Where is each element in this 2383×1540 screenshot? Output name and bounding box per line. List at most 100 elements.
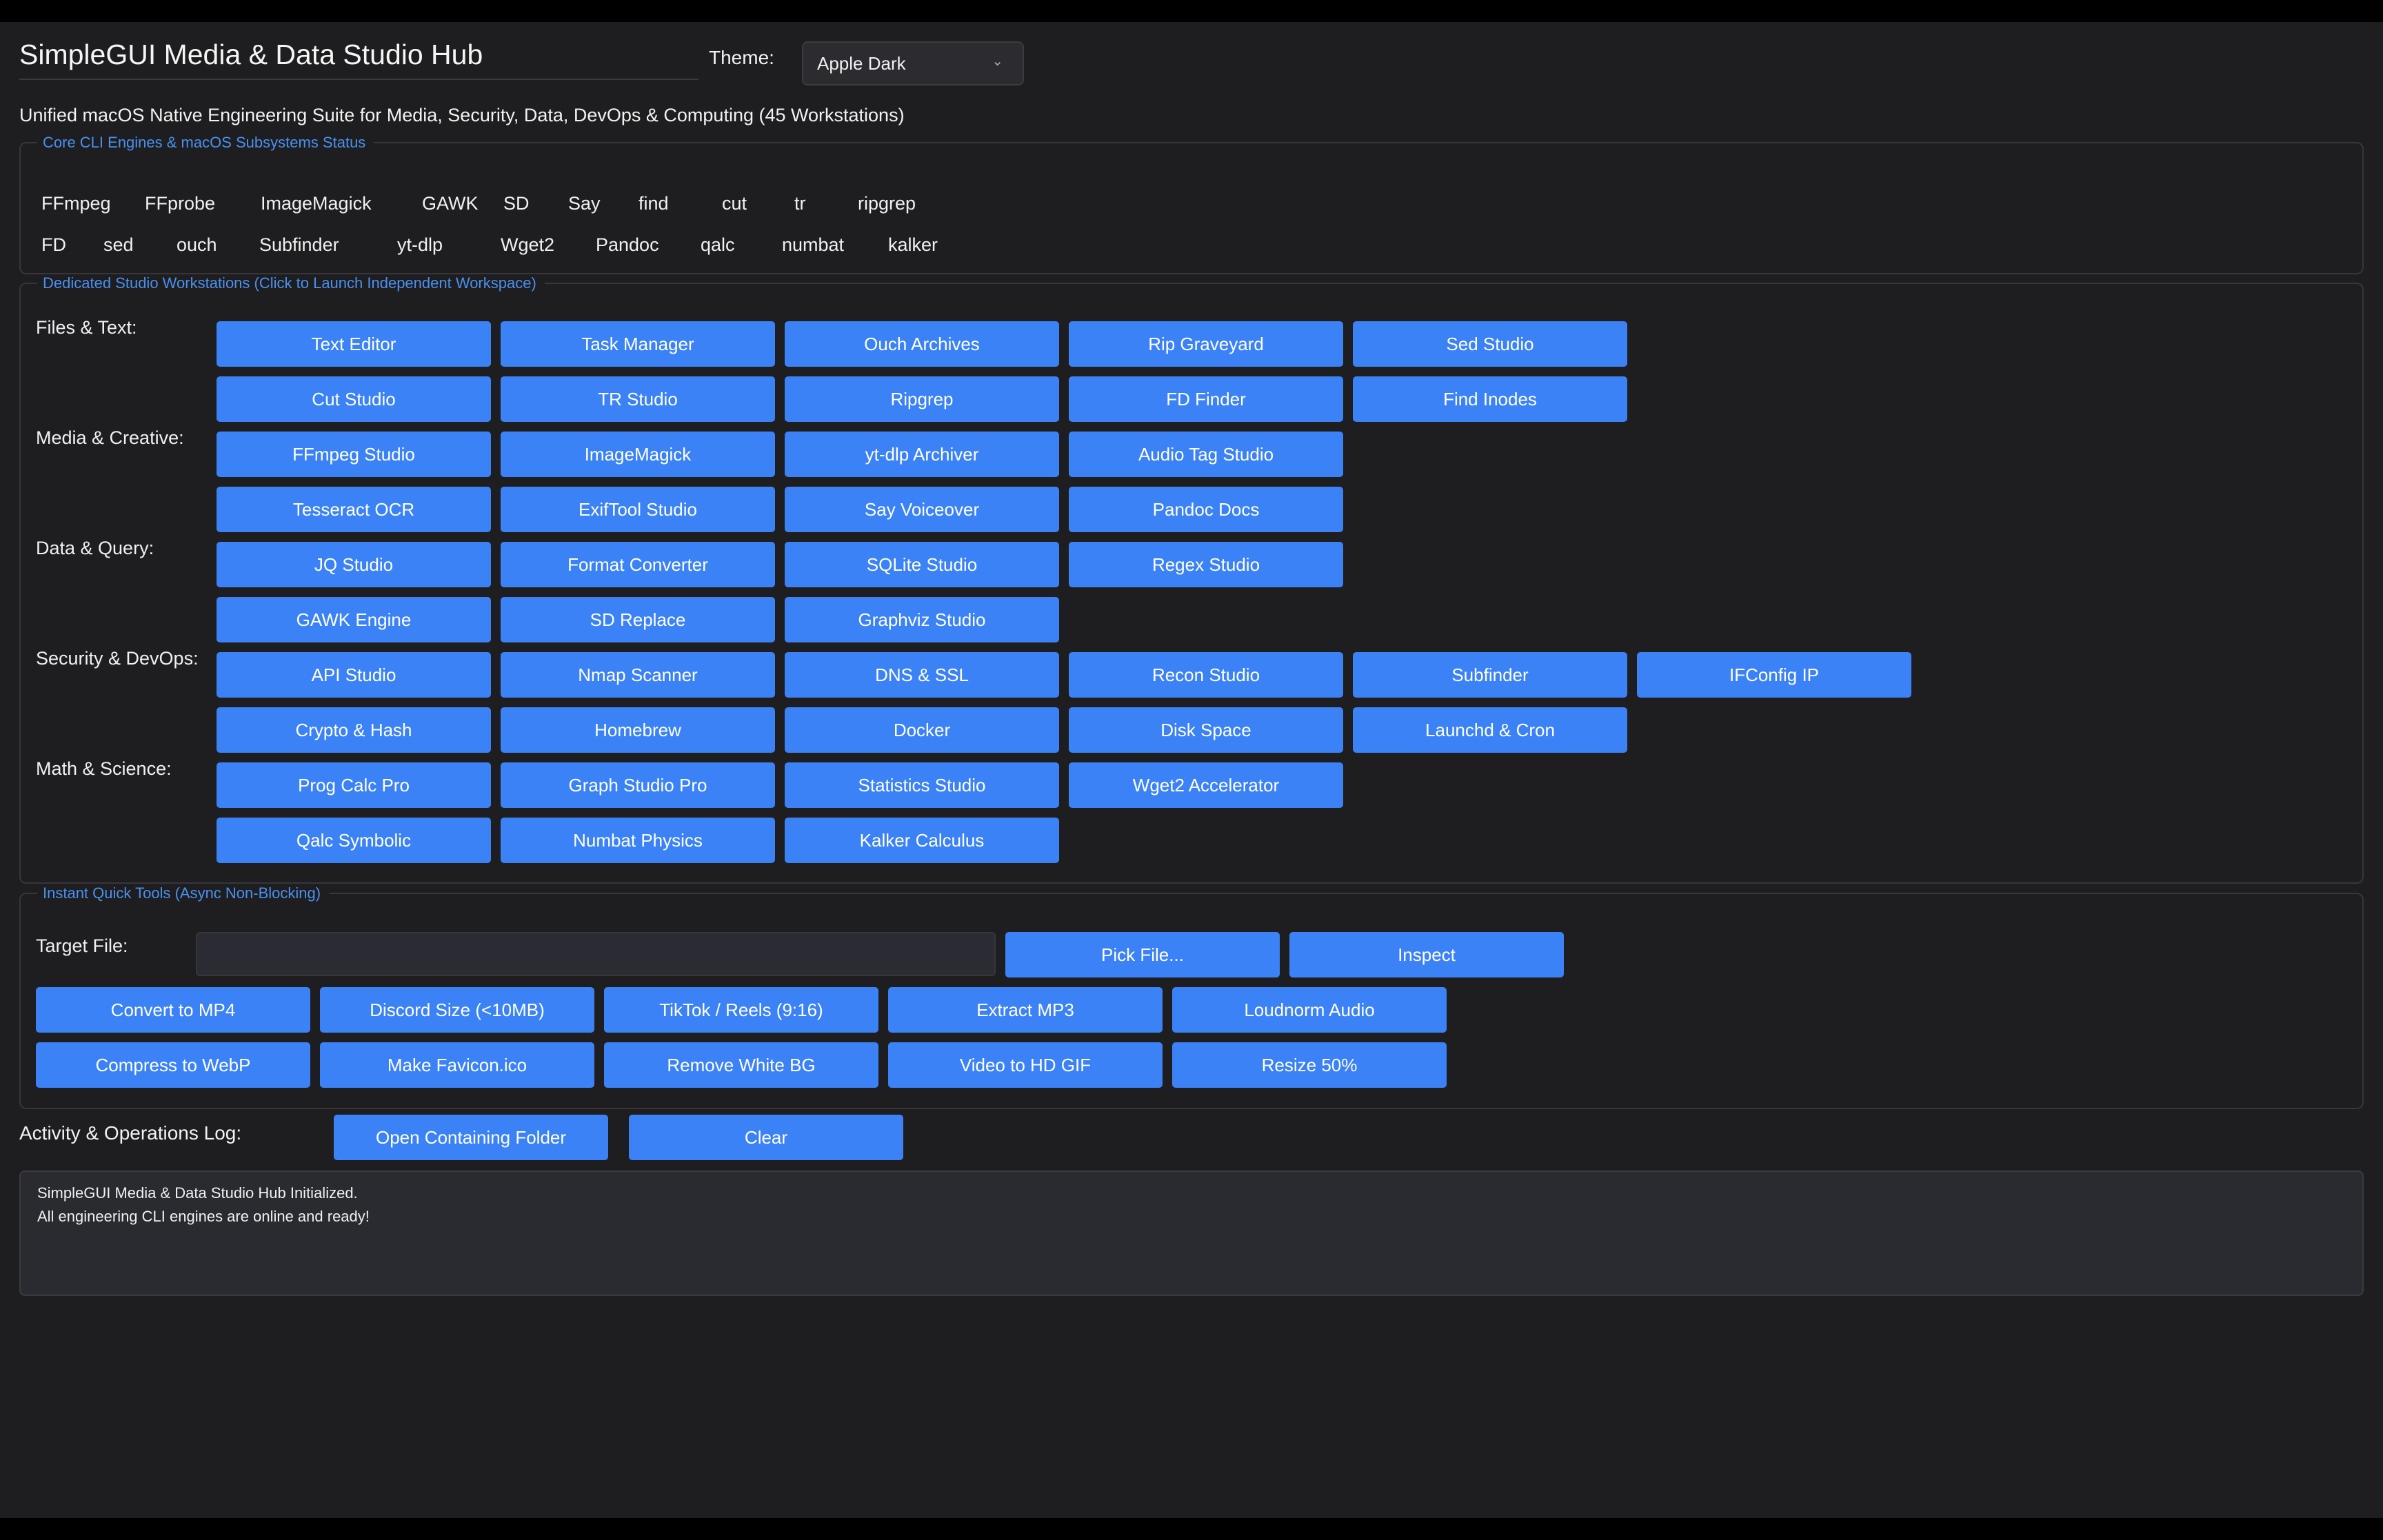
studio-button-statistics-studio[interactable]: Statistics Studio — [785, 762, 1059, 808]
log-line: SimpleGUI Media & Data Studio Hub Initia… — [37, 1184, 358, 1202]
studio-button-tesseract-ocr[interactable]: Tesseract OCR — [217, 487, 491, 532]
studio-button-dns-ssl[interactable]: DNS & SSL — [785, 652, 1059, 698]
quick-tool-compress-to-webp[interactable]: Compress to WebP — [36, 1042, 310, 1088]
quick-tool-resize-50[interactable]: Resize 50% — [1172, 1042, 1447, 1088]
studio-button-qalc-symbolic[interactable]: Qalc Symbolic — [217, 818, 491, 863]
engines-panel-legend: Core CLI Engines & macOS Subsystems Stat… — [37, 134, 374, 152]
studio-button-prog-calc-pro[interactable]: Prog Calc Pro — [217, 762, 491, 808]
category-label-media-creative: Media & Creative: — [36, 427, 184, 448]
studio-button-exiftool-studio[interactable]: ExifTool Studio — [501, 487, 775, 532]
studio-button-kalker-calculus[interactable]: Kalker Calculus — [785, 818, 1059, 863]
engine-status-qalc: qalc — [701, 234, 735, 255]
studio-button-task-manager[interactable]: Task Manager — [501, 321, 775, 367]
app-title: SimpleGUI Media & Data Studio Hub — [19, 39, 483, 70]
studio-button-recon-studio[interactable]: Recon Studio — [1069, 652, 1343, 698]
studio-button-find-inodes[interactable]: Find Inodes — [1353, 376, 1627, 422]
studio-button-subfinder[interactable]: Subfinder — [1353, 652, 1627, 698]
quick-tool-video-to-hd-gif[interactable]: Video to HD GIF — [888, 1042, 1163, 1088]
studio-button-graphviz-studio[interactable]: Graphviz Studio — [785, 597, 1059, 642]
studio-button-rip-graveyard[interactable]: Rip Graveyard — [1069, 321, 1343, 367]
category-label-math-science: Math & Science: — [36, 758, 172, 779]
engine-status-ouch: ouch — [177, 234, 217, 255]
engine-status-cut: cut — [722, 193, 747, 214]
engine-status-numbat: numbat — [782, 234, 845, 255]
studio-button-homebrew[interactable]: Homebrew — [501, 707, 775, 753]
engine-status-gawk: GAWK — [422, 193, 479, 214]
quick-tool-extract-mp3[interactable]: Extract MP3 — [888, 987, 1163, 1033]
engine-status-imagemagick: ImageMagick — [261, 193, 372, 214]
studio-button-pandoc-docs[interactable]: Pandoc Docs — [1069, 487, 1343, 532]
studio-button-sed-studio[interactable]: Sed Studio — [1353, 321, 1627, 367]
engines-panel: Core CLI Engines & macOS Subsystems Stat… — [19, 134, 2364, 274]
studio-button-tr-studio[interactable]: TR Studio — [501, 376, 775, 422]
studio-button-cut-studio[interactable]: Cut Studio — [217, 376, 491, 422]
studio-button-regex-studio[interactable]: Regex Studio — [1069, 542, 1343, 587]
studio-button-fd-finder[interactable]: FD Finder — [1069, 376, 1343, 422]
open-containing-folder-button[interactable]: Open Containing Folder — [334, 1115, 608, 1160]
clear-log-button[interactable]: Clear — [629, 1115, 903, 1160]
theme-label: Theme: — [709, 47, 774, 68]
title-divider — [19, 79, 698, 80]
quick-tool-remove-white-bg[interactable]: Remove White BG — [604, 1042, 878, 1088]
studio-button-launchd-cron[interactable]: Launchd & Cron — [1353, 707, 1627, 753]
studio-button-text-editor[interactable]: Text Editor — [217, 321, 491, 367]
studio-button-api-studio[interactable]: API Studio — [217, 652, 491, 698]
studio-button-numbat-physics[interactable]: Numbat Physics — [501, 818, 775, 863]
category-label-security-devops: Security & DevOps: — [36, 648, 199, 669]
pick-file-button[interactable]: Pick File... — [1005, 932, 1280, 977]
target-file-label: Target File: — [36, 935, 128, 956]
studio-button-crypto-hash[interactable]: Crypto & Hash — [217, 707, 491, 753]
app-subtitle: Unified macOS Native Engineering Suite f… — [19, 105, 905, 125]
quick-tools-panel-legend: Instant Quick Tools (Async Non-Blocking) — [37, 884, 330, 902]
engine-status-tr: tr — [794, 193, 806, 214]
category-label-files-text: Files & Text: — [36, 317, 137, 338]
engine-status-fd: FD — [41, 234, 66, 255]
studio-button-ouch-archives[interactable]: Ouch Archives — [785, 321, 1059, 367]
theme-select-value: Apple Dark — [817, 52, 906, 74]
activity-log-label: Activity & Operations Log: — [19, 1122, 242, 1144]
studio-button-wget2-accelerator[interactable]: Wget2 Accelerator — [1069, 762, 1343, 808]
engine-status-kalker: kalker — [888, 234, 938, 255]
activity-log[interactable]: SimpleGUI Media & Data Studio Hub Initia… — [19, 1171, 2364, 1296]
log-line: All engineering CLI engines are online a… — [37, 1208, 370, 1225]
theme-select[interactable]: Apple Dark ⌄ — [802, 41, 1024, 85]
engine-status-ripgrep: ripgrep — [858, 193, 916, 214]
studio-button-audio-tag-studio[interactable]: Audio Tag Studio — [1069, 432, 1343, 477]
studio-button-format-converter[interactable]: Format Converter — [501, 542, 775, 587]
engine-status-ffprobe: FFprobe — [145, 193, 216, 214]
quick-tool-loudnorm-audio[interactable]: Loudnorm Audio — [1172, 987, 1447, 1033]
engine-status-pandoc: Pandoc — [596, 234, 659, 255]
engine-status-yt-dlp: yt-dlp — [397, 234, 443, 255]
quick-tool-discord-size-10mb[interactable]: Discord Size (<10MB) — [320, 987, 594, 1033]
studio-button-sd-replace[interactable]: SD Replace — [501, 597, 775, 642]
studio-button-ifconfig-ip[interactable]: IFConfig IP — [1637, 652, 1911, 698]
studio-button-docker[interactable]: Docker — [785, 707, 1059, 753]
target-file-input[interactable] — [196, 932, 996, 976]
studio-button-yt-dlp-archiver[interactable]: yt-dlp Archiver — [785, 432, 1059, 477]
app-window: SimpleGUI Media & Data Studio Hub Theme:… — [0, 22, 2383, 1518]
engine-status-ffmpeg: FFmpeg — [41, 193, 111, 214]
studio-button-ffmpeg-studio[interactable]: FFmpeg Studio — [217, 432, 491, 477]
engine-status-find: find — [639, 193, 669, 214]
studio-button-imagemagick[interactable]: ImageMagick — [501, 432, 775, 477]
studio-button-disk-space[interactable]: Disk Space — [1069, 707, 1343, 753]
quick-tool-tiktok-reels-9-16[interactable]: TikTok / Reels (9:16) — [604, 987, 878, 1033]
quick-tool-convert-to-mp4[interactable]: Convert to MP4 — [36, 987, 310, 1033]
quick-tools-panel: Instant Quick Tools (Async Non-Blocking)… — [19, 884, 2364, 1109]
quick-tool-make-favicon-ico[interactable]: Make Favicon.ico — [320, 1042, 594, 1088]
chevron-down-icon: ⌄ — [992, 52, 1003, 69]
engine-status-sd: SD — [503, 193, 530, 214]
studio-button-jq-studio[interactable]: JQ Studio — [217, 542, 491, 587]
engine-status-say: Say — [568, 193, 601, 214]
studio-button-ripgrep[interactable]: Ripgrep — [785, 376, 1059, 422]
engine-status-sed: sed — [103, 234, 134, 255]
studios-panel-legend: Dedicated Studio Workstations (Click to … — [37, 274, 545, 292]
inspect-button[interactable]: Inspect — [1289, 932, 1564, 977]
studio-button-gawk-engine[interactable]: GAWK Engine — [217, 597, 491, 642]
studio-button-nmap-scanner[interactable]: Nmap Scanner — [501, 652, 775, 698]
category-label-data-query: Data & Query: — [36, 538, 154, 558]
engine-status-wget2: Wget2 — [501, 234, 555, 255]
studio-button-graph-studio-pro[interactable]: Graph Studio Pro — [501, 762, 775, 808]
studio-button-sqlite-studio[interactable]: SQLite Studio — [785, 542, 1059, 587]
studio-button-say-voiceover[interactable]: Say Voiceover — [785, 487, 1059, 532]
